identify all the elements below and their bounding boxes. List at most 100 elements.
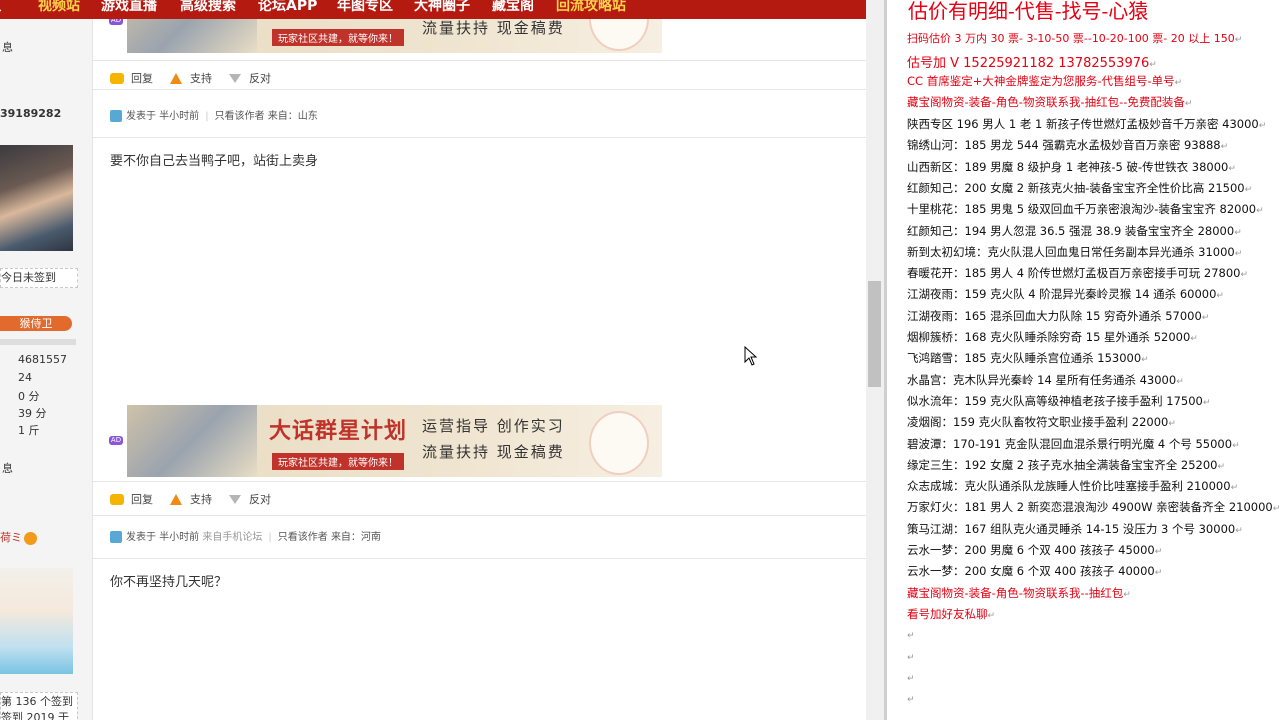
post-location: 来自：河南 [330,532,381,543]
support-button[interactable]: 支持 [190,491,212,507]
price-list-text: 扫码估价 3 万内 30 票- 3-10-50 票--10-20-100 票- … [907,32,1235,45]
price-list-line: 山西新区：189 男魔 8 级护身 1 老神孩-5 破-传世铁衣 38000↵ [907,159,1236,175]
divider [93,89,866,90]
price-list-line: 锦绣山河：185 男龙 544 强霸克水孟极妙音百万亲密 93888↵ [907,137,1228,153]
paragraph-mark-icon: ↵ [1190,334,1198,344]
post-actions: 回复 支持 反对 [110,70,271,86]
nav-item[interactable]: 大神圈子 [414,0,470,15]
divider [93,60,866,61]
scrollbar-thumb[interactable] [868,281,881,387]
price-list-line: 藏宝阁物资-装备-角色-物资联系我-抽红包--免费配装备↵ [907,94,1192,110]
price-list-text: 策马江湖：167 组队克火通灵睡杀 14-15 没压力 3 个号 30000 [907,521,1236,536]
user-info-label: 息 [2,462,13,475]
paragraph-mark-icon: ↵ [1244,184,1253,195]
nav-item[interactable]: 论坛APP [258,0,317,15]
nav-item[interactable]: 藏宝阁 [492,0,534,15]
price-list-line: 红颜知己：200 女魔 2 新孩克火抽-装备宝宝齐全性价比高 21500↵ [907,180,1252,196]
nav-item[interactable]: 高级搜索 [180,0,236,15]
nav-item[interactable]: 年图专区 [337,0,393,15]
oppose-button[interactable]: 反对 [249,70,271,86]
nav-item[interactable]: 游戏直播 [101,0,157,15]
paragraph-mark-icon: ↵ [1256,206,1264,217]
paragraph-mark-icon: ↵ [1272,504,1280,515]
ad-banner[interactable]: 大话群星计划 玩家社区共建，就等你来！ 运营指导 创作实习 流量扶持 现金稿费 [127,405,662,477]
banner-character-image [127,19,257,53]
sign-status: 今日未签到 [0,268,78,288]
post-source-link[interactable]: 来自手机论坛 [202,532,262,543]
paragraph-mark-icon: ↵ [1184,99,1193,109]
price-list-line: ↵ [907,691,915,705]
price-list-text: 锦绣山河：185 男龙 544 强霸克水孟极妙音百万亲密 93888 [907,138,1221,153]
reply-button[interactable]: 回复 [131,70,153,86]
only-author-link[interactable]: 只看该作者 [215,111,265,122]
user-icon [110,531,122,543]
overlay-title: 估价有明细-代售-找号-心猿 [908,0,1149,23]
ad-tag: AD [109,436,123,445]
paragraph-mark-icon: ↵ [1123,589,1131,600]
paragraph-mark-icon: ↵ [1258,121,1267,131]
post-meta: 发表于 半小时前 来自手机论坛 | 只看该作者 来自：河南 [110,528,381,543]
thumbs-down-icon [229,73,241,83]
price-list-text: CC 首席鉴定+大神金牌鉴定为您服务-代售组号-单号 [907,74,1175,88]
oppose-button[interactable]: 反对 [249,491,271,507]
paragraph-mark-icon: ↵ [1230,483,1239,494]
user-info-label: 息 [2,41,13,54]
thumbs-down-icon [229,494,241,504]
price-list-line: 策马江湖：167 组队克火通灵睡杀 14-15 没压力 3 个号 30000↵ [907,521,1243,537]
price-list-text: 估号加 V 15225921182 13782553976 [907,56,1150,71]
banner-mascot-image [589,19,649,51]
price-list-line: 新到太初幻境：克火队混人回血鬼日常任务副本异光通杀 31000↵ [907,244,1242,260]
price-list-text: 水晶宫：克木队异光秦岭 14 星所有任务通杀 43000 [907,372,1177,387]
price-list-line: 十里桃花：185 男鬼 5 级双回血千万亲密浪淘沙-装备宝宝齐 82000↵ [907,201,1264,217]
banner-line: 流量扶持 现金稿费 [422,443,565,461]
price-list-line: 水晶宫：克木队异光秦岭 14 星所有任务通杀 43000↵ [907,372,1184,388]
paragraph-mark-icon: ↵ [1141,355,1149,366]
avatar[interactable] [0,568,73,674]
price-list-text: 新到太初幻境：克火队混人回血鬼日常任务副本异光通杀 31000 [907,244,1235,259]
avatar[interactable] [0,145,73,251]
price-list-line: 扫码估价 3 万内 30 票- 3-10-50 票--10-20-100 票- … [907,30,1242,46]
level-progress-bar [0,339,76,345]
price-list-line: 藏宝阁物资-装备-角色-物资联系我--抽红包↵ [907,585,1131,601]
price-list-line: CC 首席鉴定+大神金牌鉴定为您服务-代售组号-单号↵ [907,73,1182,89]
paragraph-mark-icon: ↵ [907,673,915,684]
price-list-line: ↵ [907,649,915,663]
paragraph-mark-icon: ↵ [1216,291,1224,302]
banner-title: 大话群星计划 [269,19,407,21]
stat-value: 4681557 [18,353,67,366]
paragraph-mark-icon: ↵ [1202,397,1211,408]
support-button[interactable]: 支持 [190,70,212,86]
only-author-link[interactable]: 只看该作者 [278,532,328,543]
user-uid[interactable]: 39189282 [0,107,61,120]
paragraph-mark-icon: ↵ [907,695,915,706]
paragraph-mark-icon: ↵ [1240,270,1249,281]
ad-banner[interactable]: 大话群星计划 玩家社区共建，就等你来！ 运营指导 创作实习 流量扶持 现金稿费 [127,19,662,53]
post-list: AD 大话群星计划 玩家社区共建，就等你来！ 运营指导 创作实习 流量扶持 现金… [93,19,866,720]
user-name[interactable]: 荷ミ [0,529,37,545]
user-rank-badge: 猴侍卫 [0,316,72,331]
nav-item[interactable]: 贝 [0,0,2,15]
price-list-text: 藏宝阁物资-装备-角色-物资联系我--抽红包 [907,585,1124,600]
price-list-text: 烟柳簇桥：168 克火队睡杀除穷奇 15 星外通杀 52000 [907,330,1191,344]
reply-button[interactable]: 回复 [131,491,153,507]
thumbs-up-icon [170,72,182,84]
paragraph-mark-icon: ↵ [1228,163,1236,174]
price-list-line: 云水一梦：200 女魔 6 个双 400 孩孩子 40000↵ [907,563,1162,579]
price-list-line: 万家灯火：181 男人 2 新奕恋混浪淘沙 4900W 亲密装备齐全 21000… [907,499,1280,515]
nav-item[interactable]: 回流攻略站 [556,0,626,15]
price-list-line: 飞鸿踏雪：185 克火队睡杀宫位通杀 153000↵ [907,350,1149,366]
paragraph-mark-icon: ↵ [1235,525,1243,536]
paragraph-mark-icon: ↵ [1234,35,1243,45]
price-list-text: 藏宝阁物资-装备-角色-物资联系我-抽红包--免费配装备 [907,95,1185,109]
paragraph-mark-icon: ↵ [1201,312,1210,323]
price-list-line: 看号加好友私聊↵ [907,606,995,622]
paragraph-mark-icon: ↵ [987,610,996,621]
price-list-text: 江湖夜雨：165 混杀回血大力队除 15 穷奇外通杀 57000 [907,308,1202,323]
banner-mascot-image [589,411,649,475]
nav-item[interactable]: 视频站 [38,0,80,15]
post-time: 发表于 半小时前 [126,111,200,122]
post-location: 来自：山东 [267,111,318,122]
price-list-text: 众志成城：克火队通杀队龙族睡人性价比哇塞接手盈利 210000 [907,479,1231,494]
price-list-line: 烟柳簇桥：168 克火队睡杀除穷奇 15 星外通杀 52000↵ [907,329,1198,345]
paragraph-mark-icon: ↵ [1217,461,1226,472]
